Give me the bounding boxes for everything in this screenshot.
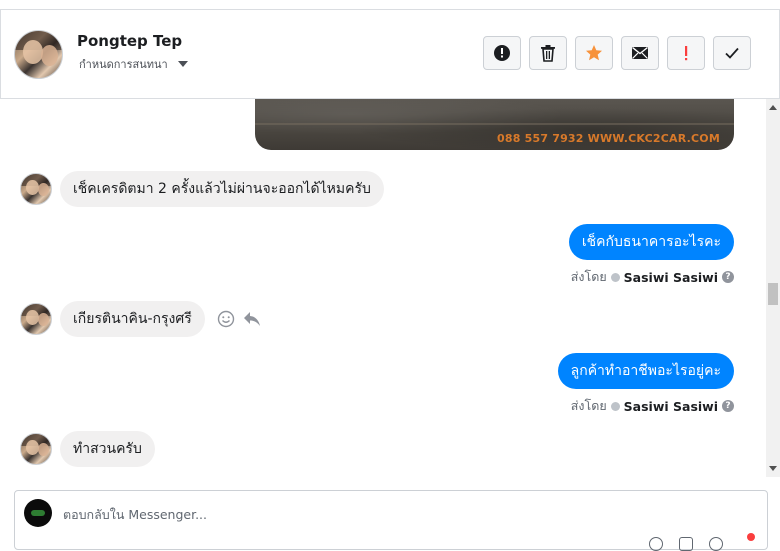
sender-name: Sasiwi Sasiwi bbox=[623, 269, 718, 285]
sent-by-label: ส่งโดย bbox=[570, 269, 607, 284]
sent-by-line: ส่งโดย Sasiwi Sasiwi ? bbox=[571, 267, 734, 287]
star-icon bbox=[586, 45, 602, 61]
react-emoji-icon[interactable] bbox=[217, 310, 235, 328]
scroll-up-arrow-icon[interactable] bbox=[769, 105, 777, 110]
sender-avatar[interactable] bbox=[20, 433, 52, 465]
conversation-header: Pongtep Tep กำหนดการสนทนา bbox=[0, 10, 780, 99]
page-avatar bbox=[24, 499, 52, 527]
sender-avatar[interactable] bbox=[20, 173, 52, 205]
emoji-icon[interactable] bbox=[709, 537, 723, 551]
envelope-icon bbox=[632, 46, 648, 59]
photo-watermark: 088 557 7932 WWW.CKC2CAR.COM bbox=[497, 132, 720, 145]
sent-status-icon bbox=[610, 272, 620, 282]
help-icon[interactable]: ? bbox=[722, 271, 734, 283]
saved-reply-icon[interactable] bbox=[649, 537, 663, 551]
reply-input[interactable] bbox=[63, 505, 663, 523]
follow-up-button[interactable] bbox=[667, 36, 705, 70]
mark-done-button[interactable] bbox=[713, 36, 751, 70]
sent-by-line: ส่งโดย Sasiwi Sasiwi ? bbox=[571, 396, 734, 416]
sender-name: Sasiwi Sasiwi bbox=[623, 398, 718, 414]
incoming-message[interactable]: ทำสวนครับ bbox=[60, 431, 155, 467]
thread-scrollbar[interactable] bbox=[766, 99, 780, 477]
caret-down-icon bbox=[177, 61, 188, 67]
reply-composer bbox=[14, 490, 768, 551]
sent-status-icon bbox=[610, 401, 620, 411]
window-top-edge bbox=[0, 0, 780, 10]
message-thread[interactable]: 088 557 7932 WWW.CKC2CAR.COM เช็คเครดิตม… bbox=[0, 99, 766, 477]
message-row: เกียรตินาคิน-กรุงศรี bbox=[20, 301, 261, 337]
assign-conversation-dropdown[interactable]: กำหนดการสนทนา bbox=[79, 55, 188, 73]
outgoing-message[interactable]: เช็คกับธนาคารอะไรคะ bbox=[568, 224, 734, 260]
photo-attach-icon[interactable] bbox=[679, 537, 693, 551]
contact-avatar[interactable] bbox=[14, 30, 63, 79]
alert-circle-icon bbox=[494, 45, 510, 61]
notification-icon[interactable] bbox=[739, 533, 755, 551]
checkmark-icon bbox=[725, 47, 739, 59]
star-button[interactable] bbox=[575, 36, 613, 70]
message-row: เช็คเครดิตมา 2 ครั้งแล้วไม่ผ่านจะออกได้ไ… bbox=[20, 171, 384, 207]
outgoing-message[interactable]: ลูกค้าทำอาชีพอะไรอยู่คะ bbox=[557, 353, 734, 389]
composer-tools bbox=[649, 533, 755, 551]
message-hover-actions bbox=[217, 310, 261, 328]
assign-conversation-label: กำหนดการสนทนา bbox=[79, 58, 168, 71]
trash-icon bbox=[541, 45, 555, 62]
exclamation-icon bbox=[685, 46, 688, 61]
page-logo-icon bbox=[31, 510, 45, 516]
scroll-down-arrow-icon[interactable] bbox=[769, 466, 777, 471]
scrollbar-thumb[interactable] bbox=[768, 283, 778, 305]
delete-button[interactable] bbox=[529, 36, 567, 70]
mark-spam-button[interactable] bbox=[483, 36, 521, 70]
sent-by-label: ส่งโดย bbox=[570, 398, 607, 413]
attached-photo[interactable]: 088 557 7932 WWW.CKC2CAR.COM bbox=[255, 99, 734, 150]
contact-name[interactable]: Pongtep Tep bbox=[77, 32, 182, 50]
incoming-message[interactable]: เกียรตินาคิน-กรุงศรี bbox=[60, 301, 205, 337]
sender-avatar[interactable] bbox=[20, 303, 52, 335]
conversation-toolbar bbox=[483, 36, 751, 70]
reply-arrow-icon[interactable] bbox=[243, 311, 261, 327]
help-icon[interactable]: ? bbox=[722, 400, 734, 412]
incoming-message[interactable]: เช็คเครดิตมา 2 ครั้งแล้วไม่ผ่านจะออกได้ไ… bbox=[60, 171, 384, 207]
mark-unread-button[interactable] bbox=[621, 36, 659, 70]
message-row: ทำสวนครับ bbox=[20, 431, 155, 467]
